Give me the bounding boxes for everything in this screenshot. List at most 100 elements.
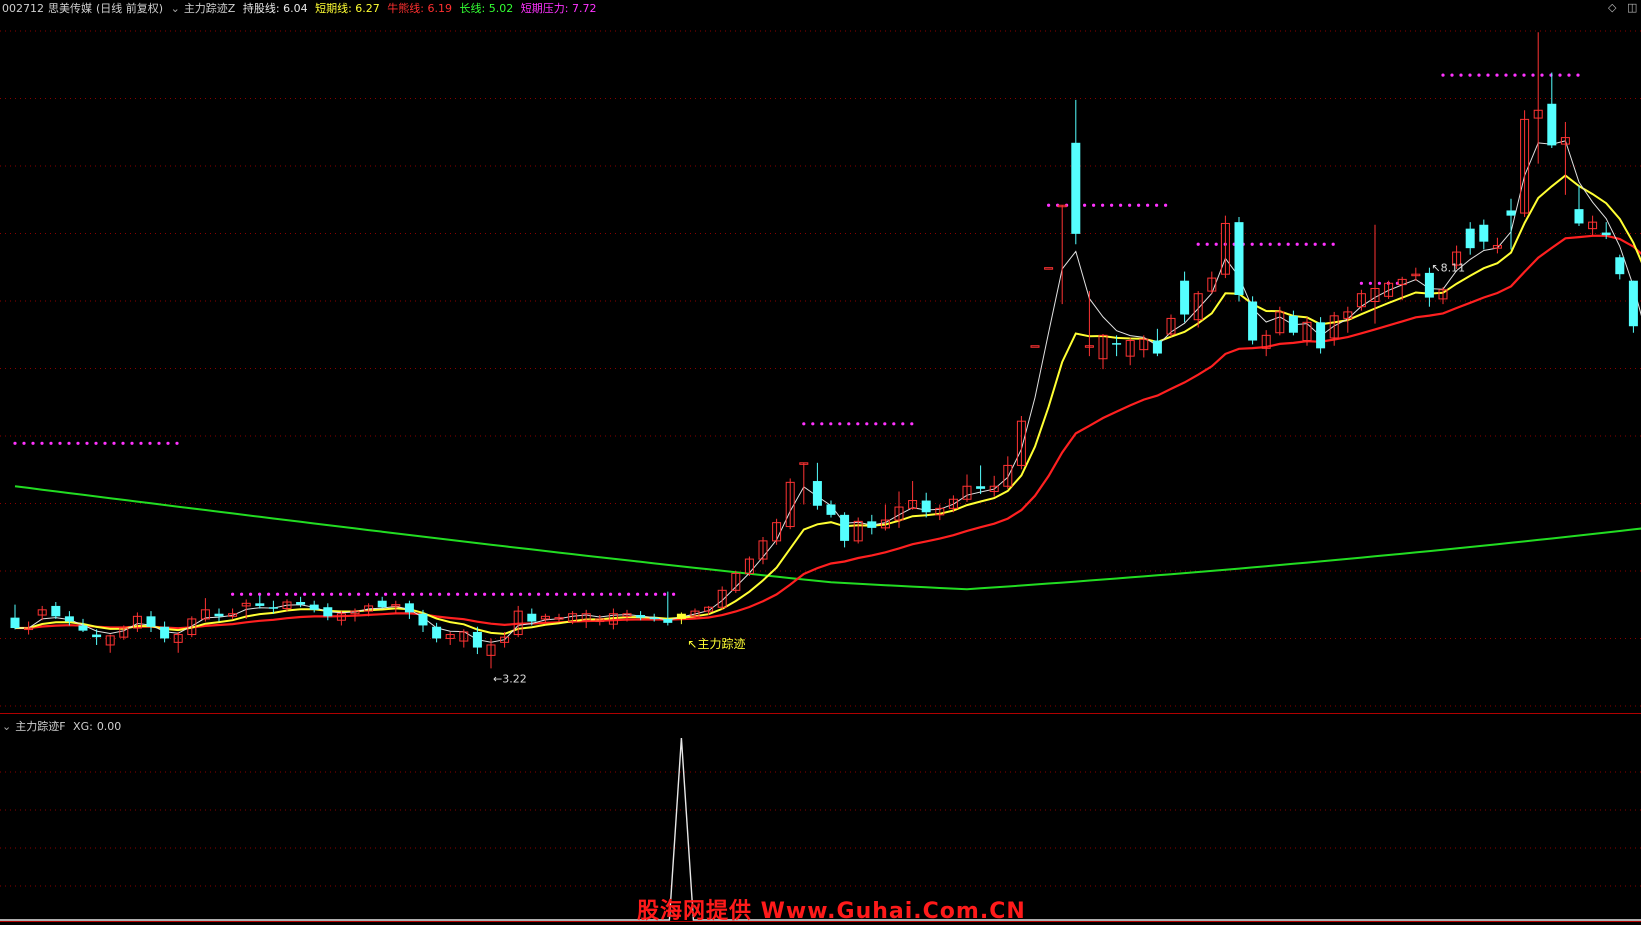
candle-body bbox=[1615, 257, 1625, 275]
pressure-dot bbox=[1567, 73, 1571, 77]
pressure-dot bbox=[420, 592, 424, 596]
candle-body bbox=[867, 521, 877, 528]
pressure-dot bbox=[321, 592, 325, 596]
pressure-dot bbox=[1092, 203, 1096, 207]
pressure-dot bbox=[1101, 203, 1105, 207]
pressure-dot bbox=[121, 441, 125, 445]
indicator-toggle-icon[interactable]: ⌄ bbox=[171, 2, 180, 15]
candle-body bbox=[976, 486, 986, 489]
pressure-dot bbox=[1450, 73, 1454, 77]
pressure-dot bbox=[1368, 281, 1372, 285]
pressure-dot bbox=[357, 592, 361, 596]
xg-label: XG: bbox=[73, 720, 93, 733]
candle-body bbox=[636, 615, 646, 618]
pressure-dot bbox=[294, 592, 298, 596]
candle-body bbox=[1479, 224, 1489, 242]
pressure-dot bbox=[447, 592, 451, 596]
pressure-dot bbox=[528, 592, 532, 596]
pressure-dot bbox=[474, 592, 478, 596]
pressure-dot bbox=[645, 592, 649, 596]
pressure-dot bbox=[856, 422, 860, 426]
pressure-dot bbox=[1164, 203, 1168, 207]
pressure-dot bbox=[1295, 242, 1299, 246]
pressure-dot bbox=[312, 592, 316, 596]
pressure-dot bbox=[555, 592, 559, 596]
pressure-dot bbox=[22, 441, 26, 445]
sub-chart-header: ⌄ 主力踪迹F XG: 0.00 bbox=[2, 718, 125, 734]
pressure-dot bbox=[139, 441, 143, 445]
pressure-dot bbox=[103, 441, 107, 445]
candle-body bbox=[676, 613, 686, 619]
candle-body bbox=[92, 634, 102, 638]
pressure-dot bbox=[157, 441, 161, 445]
candle-body bbox=[826, 504, 836, 515]
candle-body bbox=[812, 481, 822, 506]
pressure-dot bbox=[303, 592, 307, 596]
candle-body bbox=[1288, 315, 1298, 333]
pressure-dot bbox=[1558, 73, 1562, 77]
sub-indicator-toggle-icon[interactable]: ⌄ bbox=[2, 720, 11, 733]
pressure-dot bbox=[1468, 73, 1472, 77]
high-label: ↖8.11 bbox=[1431, 262, 1465, 275]
pressure-dot bbox=[1083, 203, 1087, 207]
pressure-dot bbox=[1459, 73, 1463, 77]
pressure-dot bbox=[1259, 242, 1263, 246]
candle-body bbox=[255, 603, 265, 606]
candle-body bbox=[1152, 340, 1162, 354]
candle-body bbox=[51, 605, 61, 617]
pressure-dot bbox=[1322, 242, 1326, 246]
pressure-dot bbox=[411, 592, 415, 596]
pressure-dot bbox=[838, 422, 842, 426]
pressure-dot bbox=[330, 592, 334, 596]
pressure-dot bbox=[231, 592, 235, 596]
pressure-dot bbox=[40, 441, 44, 445]
candle-body bbox=[418, 613, 428, 626]
pressure-dot bbox=[802, 422, 806, 426]
pressure-dot bbox=[618, 592, 622, 596]
pressure-dot bbox=[393, 592, 397, 596]
pressure-dot bbox=[438, 592, 442, 596]
pressure-dot bbox=[1146, 203, 1150, 207]
pressure-dot bbox=[546, 592, 550, 596]
candle-body bbox=[663, 618, 673, 623]
stock-name: 思美传媒 bbox=[48, 2, 92, 15]
kline-chart[interactable]: ↖8.11 ←3.22 ↖主力踪迹 bbox=[0, 0, 1641, 924]
pressure-dot bbox=[339, 592, 343, 596]
pressure-dot bbox=[67, 441, 71, 445]
pressure-dot bbox=[13, 441, 17, 445]
pressure-dot bbox=[654, 592, 658, 596]
candle-body bbox=[214, 613, 224, 617]
candle-body bbox=[146, 616, 156, 627]
pressure-dot bbox=[627, 592, 631, 596]
pressure-dot bbox=[348, 592, 352, 596]
pressure-dot bbox=[519, 592, 523, 596]
pressure-dot bbox=[1196, 242, 1200, 246]
candle-body bbox=[1601, 232, 1611, 236]
pressure-dot bbox=[148, 441, 152, 445]
sub-indicator-name: 主力踪迹F bbox=[15, 720, 66, 733]
pressure-dot bbox=[1576, 73, 1580, 77]
pressure-dot bbox=[240, 592, 244, 596]
pressure-dot bbox=[1522, 73, 1526, 77]
candle-body bbox=[1044, 267, 1054, 270]
pressure-dot bbox=[811, 422, 815, 426]
pressure-dot bbox=[130, 441, 134, 445]
window-icon[interactable]: ◫ bbox=[1627, 1, 1637, 14]
pressure-dot bbox=[258, 592, 262, 596]
pressure-dot bbox=[672, 592, 676, 596]
pressure-dot bbox=[1531, 73, 1535, 77]
pressure-dot bbox=[76, 441, 80, 445]
diamond-icon[interactable]: ◇ bbox=[1608, 1, 1616, 14]
pressure-dot bbox=[375, 592, 379, 596]
long-line bbox=[14, 485, 1641, 591]
pressure-dot bbox=[600, 592, 604, 596]
candle-body bbox=[649, 617, 659, 620]
pressure-dot bbox=[285, 592, 289, 596]
short-pressure-label: 短期压力: 7.72 bbox=[520, 2, 597, 15]
candle-body bbox=[1628, 280, 1638, 327]
pressure-dot bbox=[1205, 242, 1209, 246]
candle-body bbox=[1112, 343, 1122, 345]
candle-body bbox=[1424, 272, 1434, 298]
pressure-dot bbox=[1214, 242, 1218, 246]
xg-value: 0.00 bbox=[96, 720, 122, 733]
